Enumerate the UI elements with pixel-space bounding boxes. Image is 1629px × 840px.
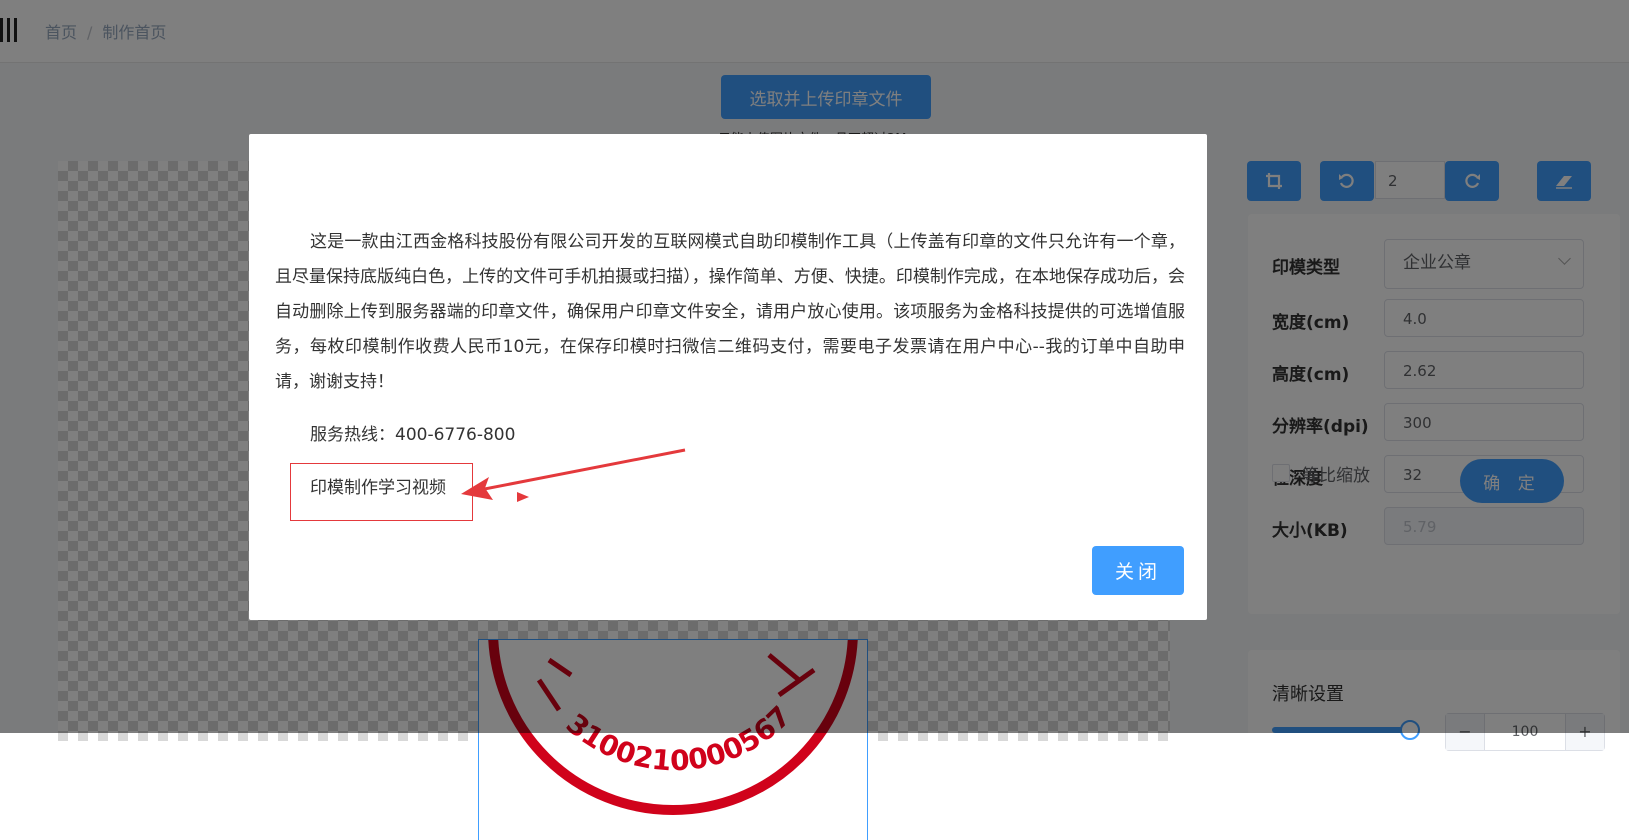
close-button[interactable]: 关闭 — [1092, 546, 1184, 595]
annotation-arrow-icon — [461, 448, 686, 502]
notice-dialog: 这是一款由江西金格科技股份有限公司开发的互联网模式自助印模制作工具（上传盖有印章… — [249, 134, 1207, 620]
